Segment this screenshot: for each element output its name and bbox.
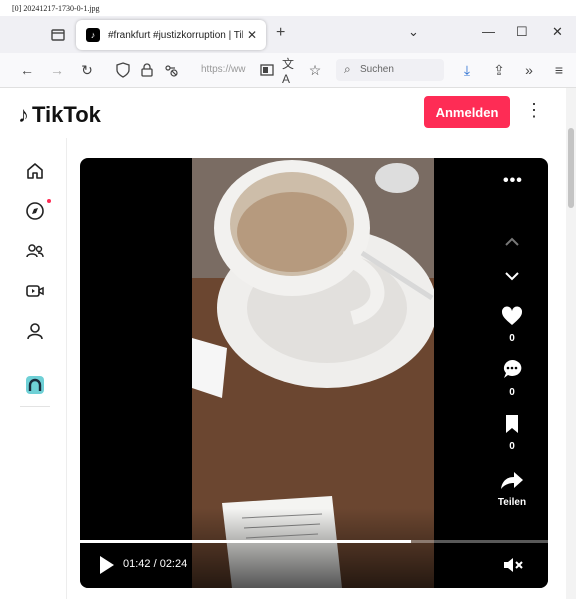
overflow-chevrons-icon[interactable]: » bbox=[520, 61, 538, 79]
reload-icon[interactable]: ↻ bbox=[78, 61, 96, 79]
scrollbar-thumb[interactable] bbox=[568, 128, 574, 208]
comment-action[interactable]: 0 bbox=[492, 358, 532, 398]
following-icon[interactable] bbox=[24, 240, 46, 262]
back-arrow-icon[interactable]: ← bbox=[18, 61, 36, 79]
share-arrow-icon bbox=[501, 472, 523, 489]
save-action[interactable]: 0 bbox=[492, 414, 532, 452]
close-window-button[interactable]: ✕ bbox=[552, 24, 563, 40]
save-count: 0 bbox=[509, 441, 515, 452]
play-icon[interactable] bbox=[100, 556, 114, 574]
search-placeholder: Suchen bbox=[360, 64, 394, 75]
time-display: 01:42 / 02:24 bbox=[123, 558, 188, 570]
shield-icon[interactable] bbox=[114, 61, 132, 79]
maximize-button[interactable]: ☐ bbox=[516, 24, 528, 40]
tiktok-logo[interactable]: ♪ TikTok bbox=[18, 102, 101, 128]
lock-icon[interactable] bbox=[138, 61, 156, 79]
image-caption: [0] 20241217-1730-0-1.jpg bbox=[12, 4, 100, 13]
home-icon[interactable] bbox=[24, 160, 46, 182]
sidebar-divider bbox=[20, 406, 50, 407]
sidebar bbox=[0, 138, 67, 599]
active-tab[interactable]: ♪ #frankfurt #justizkorruption | TikTok … bbox=[76, 20, 266, 50]
profile-icon[interactable] bbox=[24, 320, 46, 342]
explore-compass-icon[interactable] bbox=[24, 200, 46, 222]
more-options-icon[interactable]: ⋮ bbox=[525, 100, 543, 121]
share-action[interactable]: Teilen bbox=[492, 470, 532, 508]
new-tab-button[interactable]: + bbox=[276, 24, 285, 42]
chevron-up-icon[interactable] bbox=[504, 236, 520, 248]
search-icon: ⌕ bbox=[344, 62, 351, 76]
bookmark-icon bbox=[506, 415, 518, 433]
progress-fill bbox=[80, 540, 412, 543]
tiktok-favicon-icon: ♪ bbox=[86, 28, 100, 42]
creator-avatar-icon[interactable] bbox=[24, 374, 46, 396]
navigation-toolbar: ← → ↻ https://ww 文A ☆ ⌕ Suchen ⤓ ⇪ » ≡ bbox=[0, 53, 576, 88]
permissions-icon[interactable] bbox=[162, 61, 180, 79]
controls-gradient bbox=[80, 508, 548, 588]
menu-icon[interactable]: ≡ bbox=[550, 61, 568, 79]
share-page-icon[interactable]: ⇪ bbox=[490, 61, 508, 79]
brand-name: TikTok bbox=[32, 102, 101, 127]
page-scrollbar[interactable] bbox=[566, 88, 576, 599]
tiktok-note-icon: ♪ bbox=[18, 102, 29, 127]
muted-speaker-icon[interactable] bbox=[502, 556, 524, 574]
translate-icon[interactable]: 文A bbox=[282, 57, 300, 86]
like-count: 0 bbox=[509, 333, 515, 344]
downloads-icon[interactable]: ⤓ bbox=[458, 61, 476, 79]
forward-arrow-icon[interactable]: → bbox=[48, 61, 66, 79]
comment-icon bbox=[503, 359, 522, 378]
chevron-down-icon[interactable] bbox=[504, 270, 520, 282]
search-box[interactable]: ⌕ Suchen bbox=[336, 59, 444, 81]
video-player[interactable]: ••• 0 0 0 Teilen 01:42 / 02:24 bbox=[80, 158, 548, 588]
live-icon[interactable] bbox=[24, 280, 46, 302]
comment-count: 0 bbox=[509, 387, 515, 398]
tab-overflow-chevron-icon[interactable]: ⌄ bbox=[408, 24, 419, 40]
heart-icon bbox=[501, 306, 523, 325]
tab-title: #frankfurt #justizkorruption | TikTok bbox=[108, 29, 243, 41]
like-action[interactable]: 0 bbox=[492, 306, 532, 344]
video-more-icon[interactable]: ••• bbox=[503, 172, 523, 190]
tab-list-icon[interactable] bbox=[49, 26, 67, 44]
share-label: Teilen bbox=[497, 497, 527, 508]
notification-dot bbox=[47, 199, 51, 203]
reader-view-icon[interactable] bbox=[258, 61, 276, 79]
login-button[interactable]: Anmelden bbox=[424, 96, 510, 128]
progress-bar[interactable] bbox=[80, 540, 548, 543]
close-tab-icon[interactable]: ✕ bbox=[247, 28, 257, 42]
web-page: ♪ TikTok Anmelden ⋮ ••• 0 0 0 Teilen 01:… bbox=[0, 88, 566, 599]
url-field[interactable]: https://ww bbox=[201, 64, 245, 75]
bookmark-star-icon[interactable]: ☆ bbox=[306, 61, 324, 79]
minimize-button[interactable]: — bbox=[482, 24, 495, 39]
